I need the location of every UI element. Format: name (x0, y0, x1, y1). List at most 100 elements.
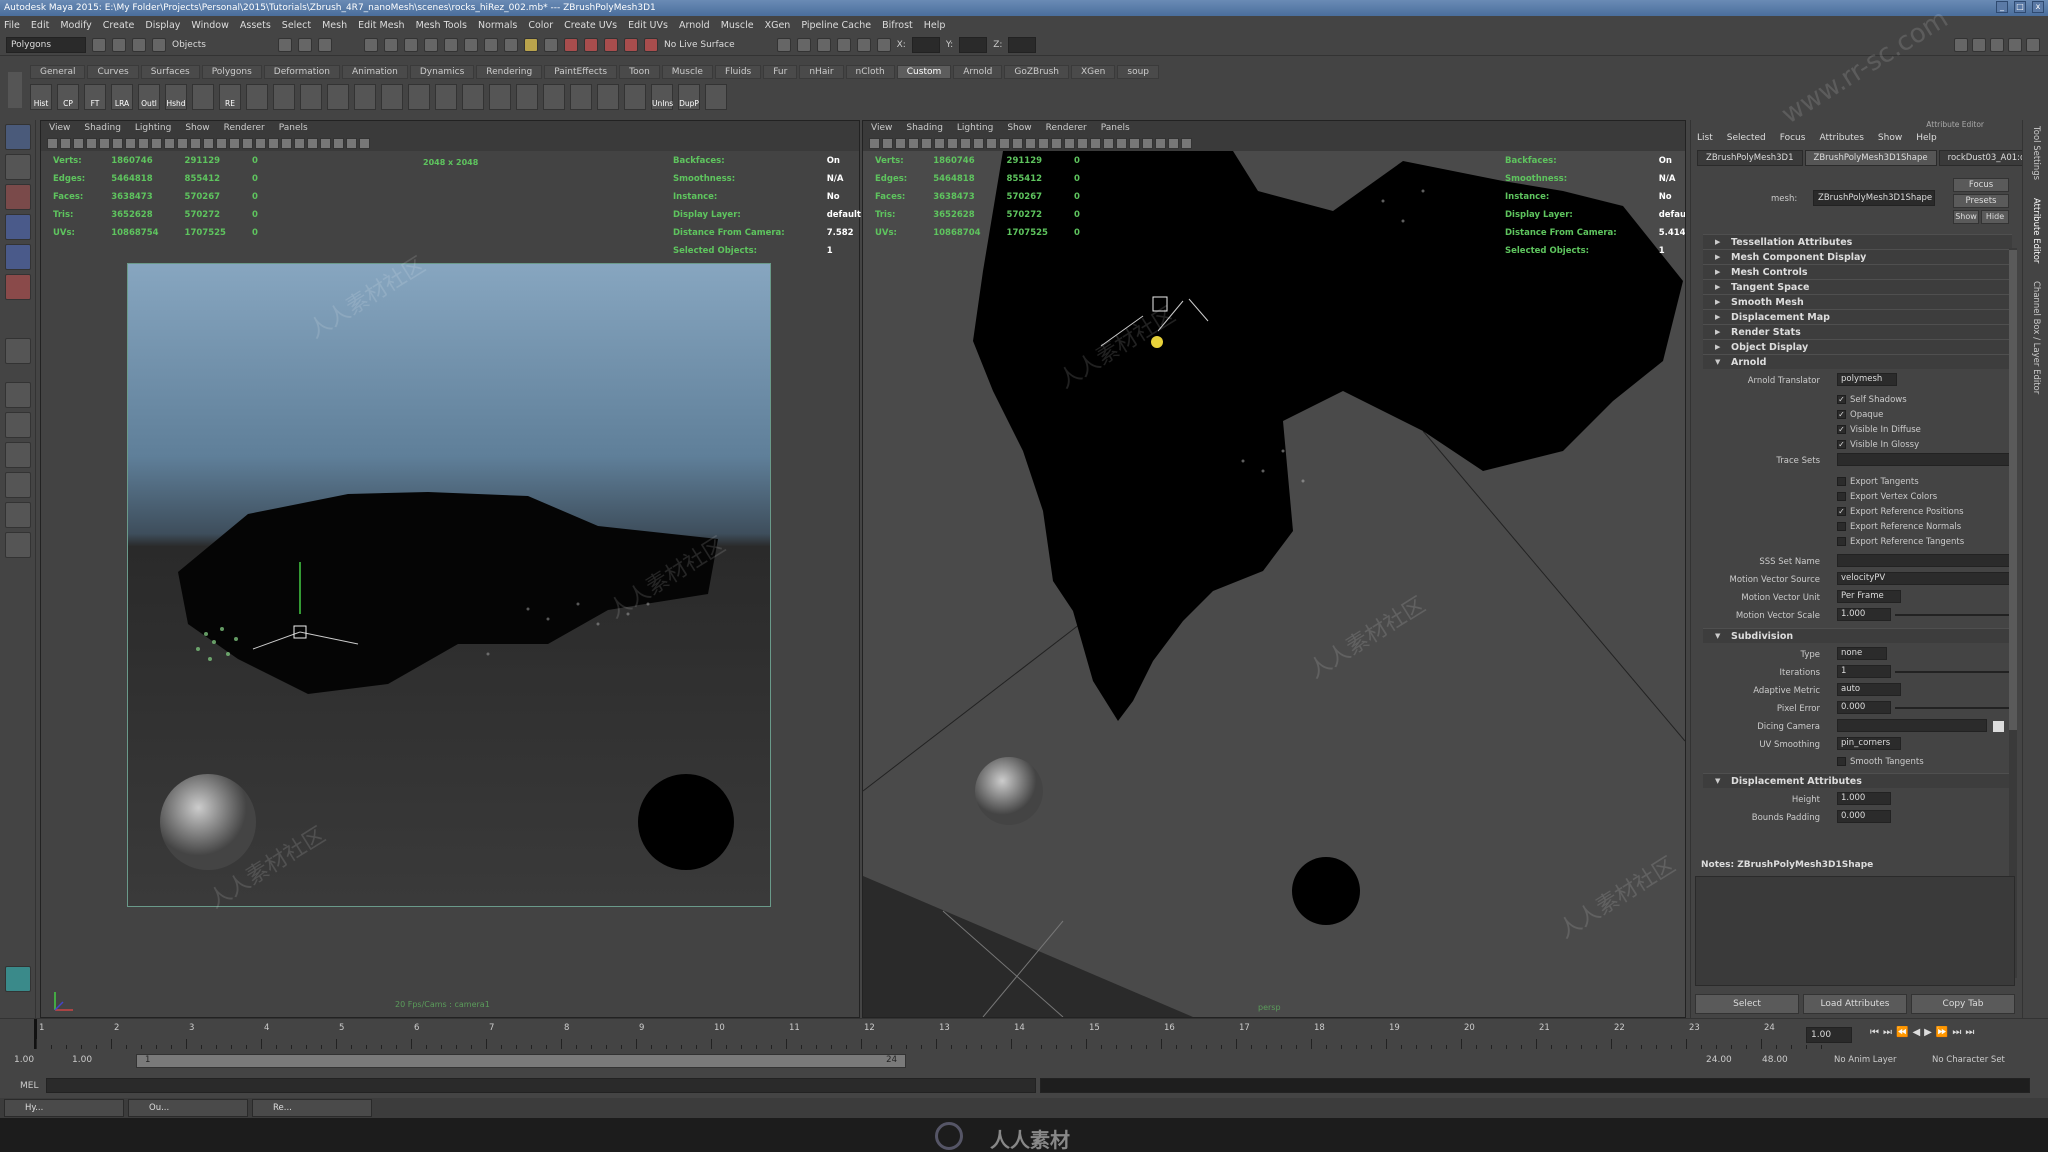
objects-label[interactable]: Objects (172, 40, 206, 50)
shelf-button-tool-13-icon[interactable] (381, 84, 403, 110)
gate-mask-icon[interactable] (960, 137, 971, 149)
checkbox-self-shadows[interactable]: ✓ Self Shadows (1837, 395, 1907, 405)
time-slider-ticks[interactable]: 1 2 3 4 5 6 7 8 9 10 11 12 13 14 15 16 17 18 19 20 21 22 23 24 (22, 1019, 1822, 1049)
command-input[interactable] (46, 1078, 1036, 1093)
shelf-tab-rendering[interactable]: Rendering (476, 64, 543, 79)
live-surface-icon[interactable] (644, 37, 659, 52)
render-settings-icon[interactable] (604, 37, 619, 52)
viewport-menu-panels[interactable]: Panels (279, 123, 308, 133)
camera-attributes-icon[interactable] (60, 137, 71, 149)
viewport-menu-show[interactable]: Show (185, 123, 209, 133)
shelf-tab-nhair[interactable]: nHair (799, 64, 844, 79)
shelf-button-tool-15-icon[interactable] (435, 84, 457, 110)
mv-unit-dropdown[interactable]: Per Frame (1837, 590, 1901, 603)
maximize-button[interactable]: □ (2014, 1, 2026, 13)
wireframe-on-shaded-icon[interactable] (1038, 137, 1049, 149)
select-camera-icon[interactable] (47, 137, 58, 149)
focus-button[interactable]: Focus (1953, 178, 2009, 192)
shelf-button-tool-6-icon[interactable] (192, 84, 214, 110)
menu-file[interactable]: File (4, 20, 20, 31)
safe-title-icon[interactable] (999, 137, 1010, 149)
lock-icon[interactable] (856, 37, 871, 52)
menu-xgen[interactable]: XGen (765, 20, 791, 31)
bookmark-icon[interactable] (73, 137, 84, 149)
iterations-field[interactable]: 1 (1837, 665, 1891, 678)
viewport-menu-shading[interactable]: Shading (84, 123, 121, 133)
wireframe-on-shaded-icon[interactable] (216, 137, 227, 149)
isolate-icon[interactable] (307, 137, 318, 149)
lights-icon[interactable] (1064, 137, 1075, 149)
shelf-tab-dynamics[interactable]: Dynamics (409, 64, 475, 79)
menu-display[interactable]: Display (145, 20, 180, 31)
last-tool-icon[interactable] (5, 338, 31, 364)
show-button[interactable]: Show (1953, 210, 1979, 224)
step-forward-key-icon[interactable]: ⏭ (1952, 1027, 1961, 1038)
menu-color[interactable]: Color (528, 20, 553, 31)
checkbox-export-tangents[interactable]: Export Tangents (1837, 477, 1919, 487)
arnold-translator-dropdown[interactable]: polymesh (1837, 373, 1897, 386)
image-plane-icon[interactable] (86, 137, 97, 149)
shelf-button-lra-icon[interactable]: LRA (111, 84, 133, 110)
render-frame-icon[interactable] (564, 37, 579, 52)
checkbox-opaque[interactable]: ✓ Opaque (1837, 410, 1883, 420)
minimized-hypershade[interactable]: Hy... (4, 1099, 124, 1117)
shelf-tab-painteffects[interactable]: PaintEffects (544, 64, 618, 79)
shelf-tab-fur[interactable]: Fur (763, 64, 798, 79)
pixel-error-slider[interactable] (1895, 707, 2013, 709)
shelf-button-tool-17-icon[interactable] (489, 84, 511, 110)
xray-icon[interactable] (320, 137, 331, 149)
section-displacement-map[interactable]: Displacement Map (1703, 309, 2012, 325)
minimize-button[interactable]: _ (1996, 1, 2008, 13)
shelf-button-tool-25-icon[interactable] (705, 84, 727, 110)
shelf-tab-general[interactable]: General (30, 64, 86, 79)
tool-settings-toggle-icon[interactable] (2008, 38, 2022, 52)
play-forward-icon[interactable]: ▶ (1924, 1027, 1932, 1038)
right-viewport-canvas[interactable]: Verts: 1860746 291129 0 Edges: 5464818 855412 0… (863, 151, 1685, 1017)
selection-mask-icon[interactable] (152, 37, 166, 52)
field-chart-icon[interactable] (151, 137, 162, 149)
section-render-stats[interactable]: Render Stats (1703, 324, 2012, 340)
current-frame-field[interactable]: 1.00 (1806, 1027, 1852, 1043)
checkbox-export-reference-tangents[interactable]: Export Reference Tangents (1837, 537, 1964, 547)
shelf-button-tool-18-icon[interactable] (516, 84, 538, 110)
save-scene-icon[interactable] (132, 37, 146, 52)
new-scene-icon[interactable] (92, 37, 106, 52)
notes-textarea[interactable] (1695, 876, 2015, 986)
go-to-start-icon[interactable]: ⏮ (1870, 1027, 1879, 1038)
shelf-button-hist-icon[interactable]: Hist (30, 84, 52, 110)
attribute-editor-tab[interactable]: Attribute Editor (2031, 198, 2041, 263)
modeling-toolkit-icon[interactable] (1972, 38, 1986, 52)
mv-scale-slider[interactable] (1895, 614, 2013, 616)
close-button[interactable]: x (2032, 1, 2044, 13)
checkbox-visible-in-glossy[interactable]: ✓ Visible In Glossy (1837, 440, 1919, 450)
ssao-icon[interactable] (268, 137, 279, 149)
shelf-tab-polygons[interactable]: Polygons (201, 64, 262, 79)
menu-select[interactable]: Select (282, 20, 311, 31)
step-back-key-icon[interactable]: ⏭ (1883, 1027, 1892, 1038)
height-field[interactable]: 1.000 (1837, 792, 1891, 805)
ae-tab-zbrushpolymesh3d1shape[interactable]: ZBrushPolyMesh3D1Shape (1804, 150, 1937, 166)
construction-icon[interactable] (524, 37, 539, 52)
section-subdivision[interactable]: Subdivision (1703, 628, 2012, 644)
menu-muscle[interactable]: Muscle (721, 20, 754, 31)
minimized-render-view[interactable]: Re... (252, 1099, 372, 1117)
mesh-name-field[interactable]: ZBrushPolyMesh3D1Shape (1813, 190, 1935, 206)
hud-icon[interactable] (359, 137, 370, 149)
shelf-button-re-icon[interactable]: RE (219, 84, 241, 110)
shelf-tab-curves[interactable]: Curves (87, 64, 139, 79)
hide-button[interactable]: Hide (1981, 210, 2009, 224)
shadows-icon[interactable] (1077, 137, 1088, 149)
paint-select-tool-icon[interactable] (5, 184, 31, 210)
menu-pipeline-cache[interactable]: Pipeline Cache (801, 20, 871, 31)
shelf-tab-muscle[interactable]: Muscle (661, 64, 713, 79)
shelf-button-hshd-icon[interactable]: Hshd (165, 84, 187, 110)
single-pane-layout-icon[interactable] (5, 382, 31, 408)
subdiv-type-dropdown[interactable]: none (1837, 647, 1887, 660)
ae-menu-attributes[interactable]: Attributes (1819, 133, 1863, 143)
gate-mask-icon[interactable] (138, 137, 149, 149)
left-viewport-canvas[interactable]: Verts: 1860746 291129 0 Edges: 5464818 855412 0… (41, 151, 861, 1017)
shelf-button-tool-22-icon[interactable] (624, 84, 646, 110)
presets-button[interactable]: Presets (1953, 194, 2009, 208)
checkbox-visible-in-diffuse[interactable]: ✓ Visible In Diffuse (1837, 425, 1921, 435)
symmetry-icon[interactable] (544, 37, 559, 52)
